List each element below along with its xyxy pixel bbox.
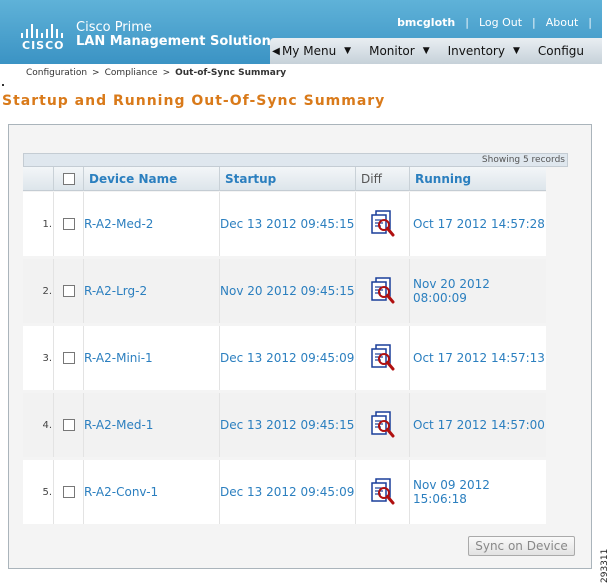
column-running[interactable]: Running [409, 167, 546, 191]
row-number: 1. [42, 218, 52, 230]
table-row: 3. R-A2-Mini-1 Dec 13 2012 09:45:09 Oct 17 … [23, 326, 546, 390]
row-select-cell [53, 326, 83, 390]
separator: | [532, 15, 536, 29]
figure-number: 293311 [600, 548, 610, 583]
running-link[interactable]: Nov 09 2012 15:06:18 [409, 460, 546, 524]
startup-link[interactable]: Dec 13 2012 09:45:15 [219, 192, 355, 256]
product-line2: LAN Management Solution [76, 34, 271, 49]
logo-wordmark: CISCO [22, 39, 65, 52]
running-link[interactable]: Oct 17 2012 14:57:28 [409, 192, 546, 256]
about-link[interactable]: About [546, 16, 579, 29]
records-count: Showing 5 records [481, 155, 565, 165]
nav-label: My Menu [281, 44, 337, 58]
caret-down-icon: ▼ [422, 46, 430, 56]
product-line1: Cisco Prime [76, 20, 152, 35]
cisco-bars-icon [20, 24, 64, 38]
diff-cell [355, 460, 409, 524]
table-row: 1. R-A2-Med-2 Dec 13 2012 09:45:15 Oct 17 2… [23, 192, 546, 256]
diff-compare-icon[interactable] [370, 344, 396, 372]
logout-link[interactable]: Log Out [479, 16, 522, 29]
select-all-checkbox[interactable] [62, 173, 75, 185]
breadcrumb-configuration[interactable]: Configuration [26, 68, 87, 78]
diff-compare-icon[interactable] [370, 478, 396, 506]
separator: | [588, 15, 592, 29]
summary-panel: Showing 5 records Device Name Startup Di… [8, 124, 592, 569]
row-checkbox[interactable] [62, 218, 75, 230]
running-link[interactable]: Oct 17 2012 14:57:13 [409, 326, 546, 390]
row-checkbox[interactable] [62, 486, 75, 498]
username: bmcgloth [397, 15, 456, 29]
column-device-name[interactable]: Device Name [83, 167, 219, 191]
nav-monitor[interactable]: Monitor ▼ [369, 44, 430, 58]
table-header: Device Name Startup Diff Running [23, 167, 546, 191]
breadcrumb-arrow: > [92, 68, 100, 78]
table-row: 2. R-A2-Lrg-2 Nov 20 2012 09:45:15 Nov 20 2… [23, 259, 546, 323]
app-header: CISCO Cisco Prime LAN Management Solutio… [0, 0, 602, 64]
row-checkbox[interactable] [62, 352, 75, 364]
sync-on-device-button[interactable]: Sync on Device [468, 536, 575, 556]
nav-my-menu[interactable]: My Menu ▼ [282, 44, 351, 58]
page-title: Startup and Running Out-Of-Sync Summary [2, 93, 386, 109]
column-startup[interactable]: Startup [219, 167, 355, 191]
row-checkbox[interactable] [62, 419, 75, 431]
decorative-dot [2, 84, 4, 86]
nav-label: Inventory [447, 44, 505, 58]
running-link[interactable]: Nov 20 2012 08:00:09 [409, 259, 546, 323]
triangle-left-icon[interactable]: ◀ [270, 46, 282, 57]
diff-cell [355, 259, 409, 323]
row-number: 3. [42, 352, 52, 364]
breadcrumb-current: Out-of-Sync Summary [175, 68, 287, 78]
caret-down-icon: ▼ [512, 46, 520, 56]
user-bar: bmcgloth | Log Out | About | [397, 14, 602, 30]
breadcrumb: Configuration > Compliance > Out-of-Sync… [26, 68, 286, 78]
diff-cell [355, 192, 409, 256]
grid-toolbar: Showing 5 records [23, 153, 568, 167]
diff-compare-icon[interactable] [370, 411, 396, 439]
breadcrumb-arrow: > [162, 68, 171, 78]
row-select-cell [53, 259, 83, 323]
row-select-cell [53, 460, 83, 524]
startup-link[interactable]: Dec 13 2012 09:45:15 [219, 393, 355, 457]
table-row: 5. R-A2-Conv-1 Dec 13 2012 09:45:09 Nov 09 … [23, 460, 546, 524]
device-name-link[interactable]: R-A2-Med-1 [83, 393, 219, 457]
row-checkbox[interactable] [62, 285, 75, 297]
nav-label: Configu [537, 44, 584, 58]
diff-cell [355, 326, 409, 390]
row-number: 2. [42, 285, 52, 297]
row-number: 5. [42, 486, 52, 498]
running-link[interactable]: Oct 17 2012 14:57:00 [409, 393, 546, 457]
nav-configuration[interactable]: Configu [538, 44, 584, 58]
startup-link[interactable]: Dec 13 2012 09:45:09 [219, 326, 355, 390]
main-nav: ◀ My Menu ▼ Monitor ▼ Inventory ▼ Config… [270, 38, 602, 64]
startup-link[interactable]: Nov 20 2012 09:45:15 [219, 259, 355, 323]
cisco-logo: CISCO [20, 24, 65, 52]
diff-cell [355, 393, 409, 457]
nav-inventory[interactable]: Inventory ▼ [448, 44, 520, 58]
device-name-link[interactable]: R-A2-Lrg-2 [83, 259, 219, 323]
product-name: Cisco Prime LAN Management Solution [76, 21, 271, 49]
device-name-link[interactable]: R-A2-Conv-1 [83, 460, 219, 524]
row-select-cell [53, 192, 83, 256]
separator: | [465, 15, 469, 29]
device-name-link[interactable]: R-A2-Mini-1 [83, 326, 219, 390]
breadcrumb-compliance[interactable]: Compliance [105, 68, 158, 78]
diff-compare-icon[interactable] [370, 210, 396, 238]
caret-down-icon: ▼ [344, 46, 352, 56]
row-number: 4. [42, 419, 52, 431]
select-all-cell [53, 167, 83, 191]
device-name-link[interactable]: R-A2-Med-2 [83, 192, 219, 256]
diff-compare-icon[interactable] [370, 277, 396, 305]
row-select-cell [53, 393, 83, 457]
table-row: 4. R-A2-Med-1 Dec 13 2012 09:45:15 Oct 17 2… [23, 393, 546, 457]
nav-label: Monitor [369, 44, 415, 58]
startup-link[interactable]: Dec 13 2012 09:45:09 [219, 460, 355, 524]
column-diff: Diff [355, 167, 409, 191]
